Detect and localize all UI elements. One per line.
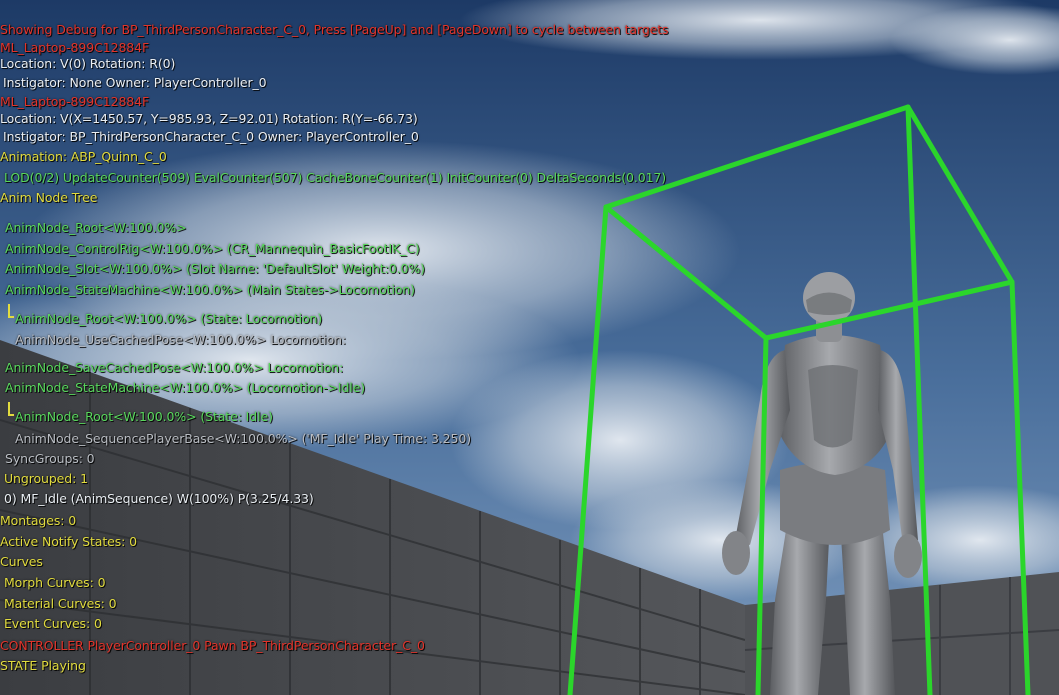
- scene-render: [0, 0, 1059, 695]
- game-viewport[interactable]: Showing Debug for BP_ThirdPersonCharacte…: [0, 0, 1059, 695]
